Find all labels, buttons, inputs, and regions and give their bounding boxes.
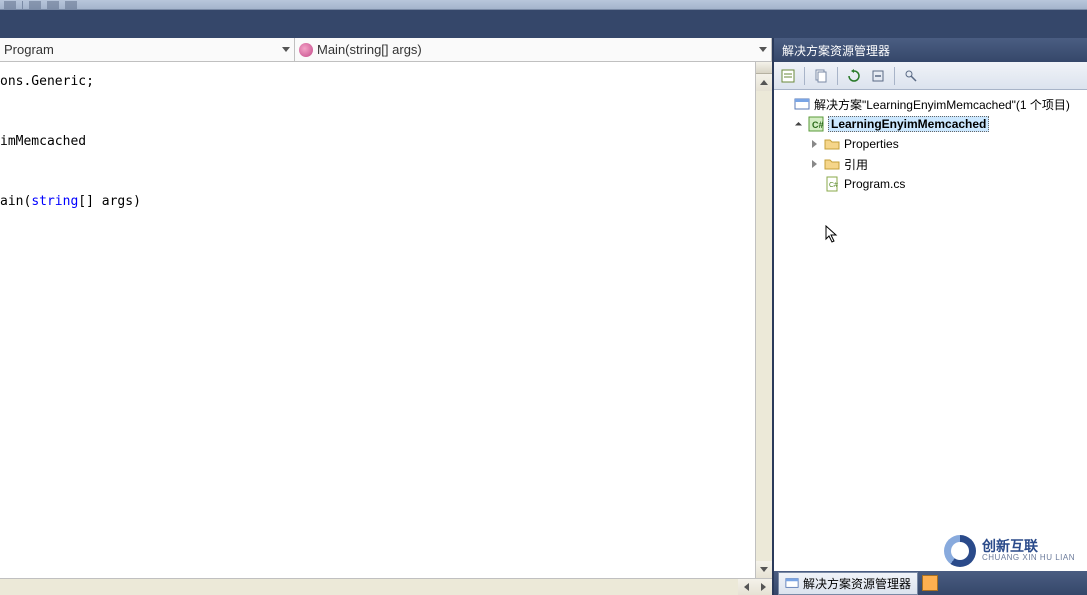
properties-icon[interactable] (778, 66, 798, 86)
scroll-right-button[interactable] (755, 579, 772, 595)
properties-label: Properties (844, 137, 899, 151)
references-icon (824, 156, 840, 172)
solution-node[interactable]: 解决方案"LearningEnyimMemcached"(1 个项目) (776, 94, 1085, 114)
csharp-project-icon: C# (808, 116, 824, 132)
main-toolbar[interactable] (0, 0, 1087, 10)
chevron-down-icon (760, 567, 768, 572)
svg-text:C#: C# (829, 182, 838, 189)
solution-tree[interactable]: 解决方案"LearningEnyimMemcached"(1 个项目) C# L… (774, 90, 1087, 571)
cs-file-icon: C# (824, 176, 840, 192)
refresh-icon[interactable] (844, 66, 864, 86)
horizontal-scrollbar[interactable] (0, 578, 772, 595)
panel-footer: 解决方案资源管理器 (774, 571, 1087, 595)
solution-explorer-panel: 解决方案资源管理器 (772, 38, 1087, 595)
member-dropdown-label: Main(string[] args) (317, 42, 422, 57)
toolbar-separator (22, 1, 23, 9)
code-line: imMemcached (0, 134, 86, 149)
svg-text:C#: C# (812, 120, 824, 130)
folder-icon (824, 136, 840, 152)
watermark-en: CHUANG XIN HU LIAN (982, 554, 1075, 563)
toolbox-tab-icon[interactable] (922, 575, 938, 591)
scroll-down-button[interactable] (756, 561, 772, 578)
panel-toolbar (774, 62, 1087, 90)
editor-nav-bar: Program Main(string[] args) (0, 38, 772, 62)
solution-icon (794, 96, 810, 112)
chevron-left-icon (744, 583, 749, 591)
splitter-handle[interactable] (756, 62, 772, 74)
chevron-right-icon (761, 583, 766, 591)
scroll-left-button[interactable] (738, 579, 755, 595)
toolbar-icon[interactable] (65, 1, 77, 9)
file-node[interactable]: C# Program.cs (776, 174, 1085, 194)
solution-label: 解决方案"LearningEnyimMemcached"(1 个项目) (814, 96, 1070, 113)
toolbar-icon[interactable] (4, 1, 16, 9)
toolbar-separator (894, 67, 895, 85)
expander-icon[interactable] (808, 158, 820, 170)
chevron-down-icon (759, 47, 767, 52)
member-dropdown[interactable]: Main(string[] args) (295, 38, 772, 61)
class-dropdown[interactable]: Program (0, 38, 295, 61)
watermark-logo-icon (944, 535, 976, 567)
scroll-up-button[interactable] (756, 74, 772, 91)
file-label: Program.cs (844, 177, 905, 191)
code-editor-area: Program Main(string[] args) ons.Generic;… (0, 38, 772, 595)
method-icon (299, 43, 313, 57)
expander-icon[interactable] (792, 118, 804, 130)
watermark-cn: 创新互联 (982, 539, 1075, 554)
vertical-scrollbar[interactable] (755, 62, 772, 578)
expander-icon[interactable] (778, 98, 790, 110)
code-editor[interactable]: ons.Generic; imMemcached ain(string[] ar… (0, 62, 755, 578)
solution-explorer-tab[interactable]: 解决方案资源管理器 (778, 572, 918, 595)
solution-explorer-icon (785, 576, 799, 590)
tab-strip (0, 10, 1087, 38)
toolbar-separator (804, 67, 805, 85)
expander-spacer (808, 178, 820, 190)
toolbar-icon[interactable] (29, 1, 41, 9)
panel-title-text: 解决方案资源管理器 (782, 42, 890, 59)
expander-icon[interactable] (808, 138, 820, 150)
footer-tab-label: 解决方案资源管理器 (803, 575, 911, 592)
toolbar-separator (837, 67, 838, 85)
class-dropdown-label: Program (4, 42, 54, 57)
references-node[interactable]: 引用 (776, 154, 1085, 174)
properties-node[interactable]: Properties (776, 134, 1085, 154)
collapse-all-icon[interactable] (868, 66, 888, 86)
watermark: 创新互联 CHUANG XIN HU LIAN (938, 531, 1081, 571)
chevron-up-icon (760, 80, 768, 85)
project-label: LearningEnyimMemcached (828, 116, 989, 132)
view-code-icon[interactable] (901, 66, 921, 86)
toolbar-icon[interactable] (47, 1, 59, 9)
project-node[interactable]: C# LearningEnyimMemcached (776, 114, 1085, 134)
references-label: 引用 (844, 156, 868, 173)
panel-title-bar[interactable]: 解决方案资源管理器 (774, 38, 1087, 62)
show-all-files-icon[interactable] (811, 66, 831, 86)
chevron-down-icon (282, 47, 290, 52)
code-line: ons.Generic; (0, 74, 94, 89)
